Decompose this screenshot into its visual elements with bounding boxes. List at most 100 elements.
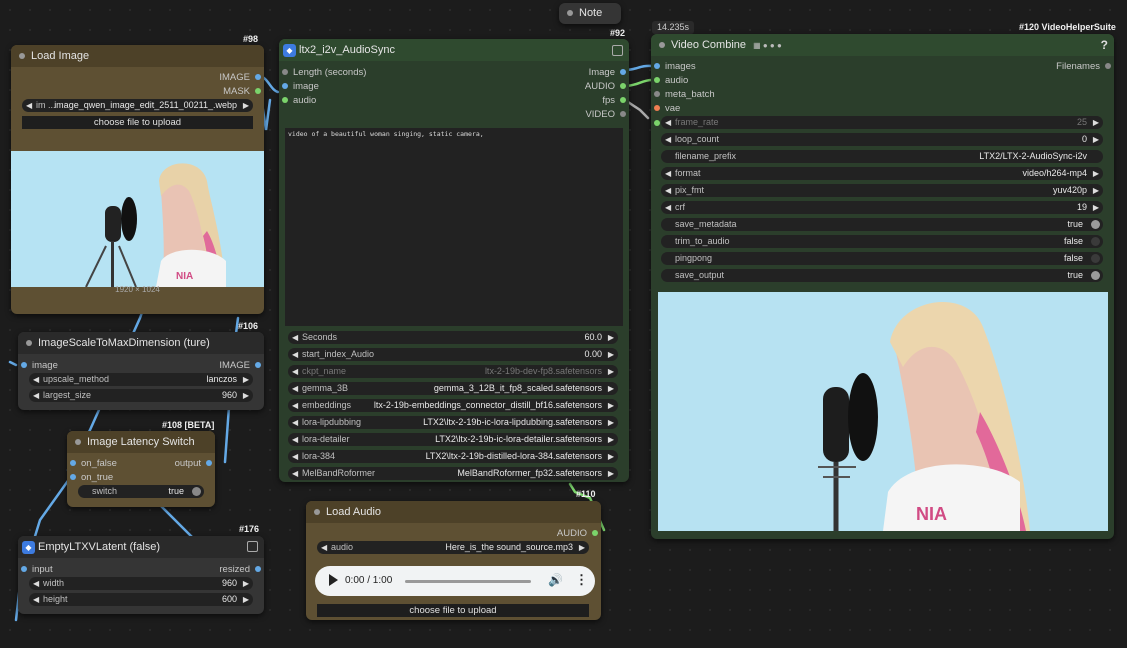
widget-start-index-audio[interactable]: ◀ start_index_Audio 0.00 ▶: [288, 348, 618, 361]
arrow-left-icon[interactable]: ◀: [33, 593, 39, 606]
output-filenames-slot[interactable]: [1105, 63, 1111, 69]
arrow-left-icon[interactable]: ◀: [292, 382, 298, 395]
arrow-right-icon[interactable]: ▶: [1093, 201, 1099, 214]
arrow-left-icon[interactable]: ◀: [292, 331, 298, 344]
widget-save-output[interactable]: save_output true: [661, 269, 1103, 282]
widget-crf[interactable]: ◀ crf 19 ▶: [661, 201, 1103, 214]
resize-icon[interactable]: [247, 541, 258, 552]
arrow-left-icon[interactable]: ◀: [33, 373, 39, 386]
width-number[interactable]: ◀ width 960 ▶: [29, 577, 253, 590]
widget-lora-detailer[interactable]: ◀ lora-detailer LTX2\ltx-2-19b-ic-lora-det…: [288, 433, 618, 446]
arrow-left-icon[interactable]: ◀: [665, 184, 671, 197]
load-audio-node[interactable]: Load Audio AUDIO ◀ audio Here_is_the sound…: [306, 501, 601, 620]
arrow-right-icon[interactable]: ▶: [243, 99, 249, 112]
collapse-dot-icon[interactable]: [75, 439, 81, 446]
input-audio-slot[interactable]: [654, 77, 660, 83]
arrow-left-icon[interactable]: ◀: [665, 116, 671, 129]
arrow-right-icon[interactable]: ▶: [243, 389, 249, 402]
arrow-left-icon[interactable]: ◀: [665, 201, 671, 214]
arrow-left-icon[interactable]: ◀: [321, 541, 327, 554]
input-on-true-slot[interactable]: [70, 474, 76, 480]
scale-node[interactable]: ImageScaleToMaxDimension (ture) image IM…: [18, 332, 264, 410]
arrow-right-icon[interactable]: ▶: [1093, 116, 1099, 129]
height-number[interactable]: ◀ height 600 ▶: [29, 593, 253, 606]
input-meta-batch-slot[interactable]: [654, 91, 660, 97]
arrow-right-icon[interactable]: ▶: [608, 433, 614, 446]
output-fps-slot[interactable]: [620, 97, 626, 103]
arrow-right-icon[interactable]: ▶: [608, 382, 614, 395]
widget-lora-lipdubbing[interactable]: ◀ lora-lipdubbing LTX2\ltx-2-19b-ic-lora-l…: [288, 416, 618, 429]
output-audio-slot[interactable]: [620, 83, 626, 89]
arrow-right-icon[interactable]: ▶: [1093, 133, 1099, 146]
arrow-left-icon[interactable]: ◀: [665, 167, 671, 180]
output-image-slot[interactable]: [255, 74, 261, 80]
arrow-right-icon[interactable]: ▶: [243, 373, 249, 386]
input-on-false-slot[interactable]: [70, 460, 76, 466]
input-image-slot[interactable]: [21, 362, 27, 368]
collapse-dot-icon[interactable]: [314, 509, 320, 516]
widget-ckpt-name[interactable]: ◀ ckpt_name ltx-2-19b-dev-fp8.safetensors ▶: [288, 365, 618, 378]
arrow-right-icon[interactable]: ▶: [608, 331, 614, 344]
play-icon[interactable]: [329, 574, 338, 586]
widget-melbandroformer[interactable]: ◀ MelBandRoformer MelBandRoformer_fp32.saf…: [288, 467, 618, 480]
latency-switch-node[interactable]: Image Latency Switch on_false on_true ou…: [67, 431, 215, 507]
latent-node[interactable]: ◆ EmptyLTXVLatent (false) input resized ◀…: [18, 536, 264, 614]
arrow-right-icon[interactable]: ▶: [1093, 184, 1099, 197]
output-video-slot[interactable]: [620, 111, 626, 117]
frame-rate-input-slot[interactable]: [654, 120, 660, 126]
arrow-left-icon[interactable]: ◀: [292, 348, 298, 361]
arrow-left-icon[interactable]: ◀: [292, 365, 298, 378]
audio-combo[interactable]: ◀ audio Here_is_the sound_source.mp3 ▶: [317, 541, 589, 554]
load-image-node[interactable]: Load Image IMAGE MASK ◀ im ... image_qwe…: [11, 45, 264, 314]
prompt-textarea[interactable]: video of a beautiful woman singing, stat…: [285, 128, 623, 326]
collapse-dot-icon[interactable]: [567, 10, 573, 17]
widget-trim-to-audio[interactable]: trim_to_audio false: [661, 235, 1103, 248]
help-icon[interactable]: ?: [1101, 38, 1108, 52]
choose-file-button[interactable]: choose file to upload: [317, 604, 589, 617]
switch-toggle[interactable]: switch true: [78, 485, 204, 498]
arrow-right-icon[interactable]: ▶: [243, 593, 249, 606]
output-image-slot[interactable]: [255, 362, 261, 368]
arrow-left-icon[interactable]: ◀: [292, 416, 298, 429]
arrow-left-icon[interactable]: ◀: [26, 99, 32, 112]
widget-format[interactable]: ◀ format video/h264-mp4 ▶: [661, 167, 1103, 180]
output-slot[interactable]: [206, 460, 212, 466]
collapse-dot-icon[interactable]: [19, 53, 25, 60]
arrow-right-icon[interactable]: ▶: [608, 348, 614, 361]
widget-pingpong[interactable]: pingpong false: [661, 252, 1103, 265]
arrow-left-icon[interactable]: ◀: [292, 399, 298, 412]
arrow-left-icon[interactable]: ◀: [33, 577, 39, 590]
widget-save-metadata[interactable]: save_metadata true: [661, 218, 1103, 231]
collapse-dot-icon[interactable]: [26, 340, 32, 347]
output-mask-slot[interactable]: [255, 88, 261, 94]
output-audio-slot[interactable]: [592, 530, 598, 536]
arrow-left-icon[interactable]: ◀: [292, 450, 298, 463]
more-options-icon[interactable]: ⋮: [575, 572, 588, 588]
input-slot[interactable]: [21, 566, 27, 572]
arrow-left-icon[interactable]: ◀: [292, 433, 298, 446]
widget-frame-rate[interactable]: ◀ frame_rate 25 ▶: [661, 116, 1103, 129]
audio-player[interactable]: 0:00 / 1:00 🔊 ⋮: [315, 566, 595, 596]
widget-gemma-3b[interactable]: ◀ gemma_3B gemma_3_12B_it_fp8_scaled.safet…: [288, 382, 618, 395]
widget-filename-prefix[interactable]: filename_prefix LTX2/LTX-2-AudioSync-i2v: [661, 150, 1103, 163]
input-image-slot[interactable]: [282, 83, 288, 89]
arrow-left-icon[interactable]: ◀: [292, 467, 298, 480]
choose-file-button[interactable]: choose file to upload: [22, 116, 253, 129]
widget-pix-fmt[interactable]: ◀ pix_fmt yuv420p ▶: [661, 184, 1103, 197]
audio-sync-node[interactable]: ◆ ltx2_i2v_AudioSync Length (seconds) ima…: [279, 39, 629, 482]
widget-seconds[interactable]: ◀ Seconds 60.0 ▶: [288, 331, 618, 344]
output-resized-slot[interactable]: [255, 566, 261, 572]
video-combine-node[interactable]: Video Combine ▦ ● ● ● ? images audio met…: [651, 34, 1114, 539]
resize-icon[interactable]: [612, 45, 623, 56]
input-vae-slot[interactable]: [654, 105, 660, 111]
widget-lora-384[interactable]: ◀ lora-384 LTX2\ltx-2-19b-distilled-lora-3…: [288, 450, 618, 463]
volume-icon[interactable]: 🔊: [548, 573, 563, 587]
arrow-right-icon[interactable]: ▶: [243, 577, 249, 590]
arrow-right-icon[interactable]: ▶: [608, 365, 614, 378]
arrow-left-icon[interactable]: ◀: [665, 133, 671, 146]
input-audio-slot[interactable]: [282, 97, 288, 103]
arrow-right-icon[interactable]: ▶: [579, 541, 585, 554]
note-node[interactable]: Note: [559, 3, 621, 24]
arrow-left-icon[interactable]: ◀: [33, 389, 39, 402]
arrow-right-icon[interactable]: ▶: [608, 399, 614, 412]
